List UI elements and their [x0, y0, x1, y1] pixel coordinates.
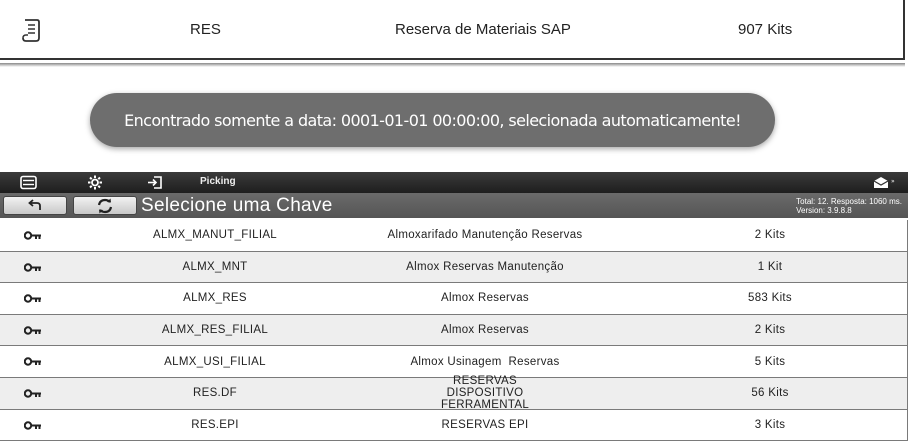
kit-code: RES [190, 20, 221, 38]
kit-count: 907 Kits [738, 20, 793, 38]
key-name: ALMX_MANUT_FILIAL [153, 229, 277, 242]
kit-count: 56 Kits [751, 387, 789, 400]
inbox-icon[interactable]: » [872, 175, 898, 190]
refresh-icon [97, 198, 113, 213]
key-description: Almox Reservas Manutenção [406, 260, 564, 273]
kit-count: 2 Kits [754, 324, 786, 337]
kit-description: Reserva de Materiais SAP [395, 20, 571, 38]
table-row[interactable]: ALMX_MANUT_FILIAL Almoxarifado Manutençã… [0, 220, 908, 252]
key-name: ALMX_MNT [182, 260, 248, 273]
scroll-icon [20, 17, 42, 43]
key-description: RESERVAS DISPOSITIVO FERRAMENTAL [440, 375, 530, 412]
refresh-button[interactable] [73, 196, 137, 215]
key-description: Almoxarifado Manutenção Reservas [387, 229, 583, 242]
key-name: ALMX_RES_FILIAL [161, 324, 269, 337]
kit-count: 3 Kits [754, 418, 786, 431]
login-icon[interactable] [146, 175, 164, 190]
response-info: Total: 12. Resposta: 1060 ms. Version: 3… [796, 197, 902, 215]
key-name: RES.DF [193, 387, 237, 400]
key-list: ALMX_MANUT_FILIAL Almoxarifado Manutençã… [0, 220, 908, 441]
key-icon [23, 231, 42, 240]
kit-count: 2 Kits [754, 229, 786, 242]
key-description: Almox Usinagem Reservas [410, 355, 560, 368]
table-row[interactable]: RES.EPI RESERVAS EPI 3 Kits [0, 409, 908, 441]
key-icon [23, 389, 42, 398]
key-icon [23, 294, 42, 303]
app-toolbar: Picking » [0, 172, 908, 193]
key-description: Almox Reservas [441, 324, 529, 337]
key-name: RES.EPI [191, 418, 239, 431]
toolbar-title: Picking [200, 176, 236, 187]
key-description: RESERVAS EPI [441, 418, 529, 431]
header-bar: Selecione uma Chave Total: 12. Resposta:… [0, 193, 908, 218]
version-text: Version: 3.9.8.8 [796, 206, 852, 215]
key-name: ALMX_RES [183, 292, 247, 305]
table-row[interactable]: ALMX_RES_FILIAL Almox Reservas 2 Kits [0, 314, 908, 347]
kit-count: 583 Kits [748, 292, 792, 305]
toast-notification: Encontrado somente a data: 0001-01-01 00… [90, 93, 775, 147]
table-row[interactable]: ALMX_RES Almox Reservas 583 Kits [0, 283, 908, 315]
toast-message: Encontrado somente a data: 0001-01-01 00… [124, 110, 741, 130]
svg-text:»: » [891, 178, 895, 185]
menu-icon[interactable] [18, 175, 40, 190]
key-description: Almox Reservas [441, 292, 529, 305]
kit-count: 1 Kit [757, 260, 783, 273]
table-row[interactable]: ALMX_MNT Almox Reservas Manutenção 1 Kit [0, 251, 908, 284]
key-icon [23, 262, 42, 272]
kit-row-res[interactable]: RES Reserva de Materiais SAP 907 Kits [0, 0, 905, 60]
key-name: ALMX_USI_FILIAL [164, 355, 266, 368]
kit-count: 5 Kits [754, 355, 786, 368]
table-row[interactable]: RES.DF RESERVAS DISPOSITIVO FERRAMENTAL … [0, 375, 908, 412]
key-icon [23, 357, 42, 367]
undo-arrow-icon [28, 198, 41, 210]
key-icon [23, 420, 42, 430]
table-row[interactable]: ALMX_USI_FILIAL Almox Usinagem Reservas … [0, 346, 908, 378]
page-title: Selecione uma Chave [141, 195, 333, 216]
key-icon [23, 326, 42, 335]
total-response-text: Total: 12. Resposta: 1060 ms. [796, 197, 902, 206]
back-button[interactable] [3, 196, 67, 215]
settings-icon[interactable] [86, 175, 104, 190]
row-shadow-divider [0, 63, 905, 67]
